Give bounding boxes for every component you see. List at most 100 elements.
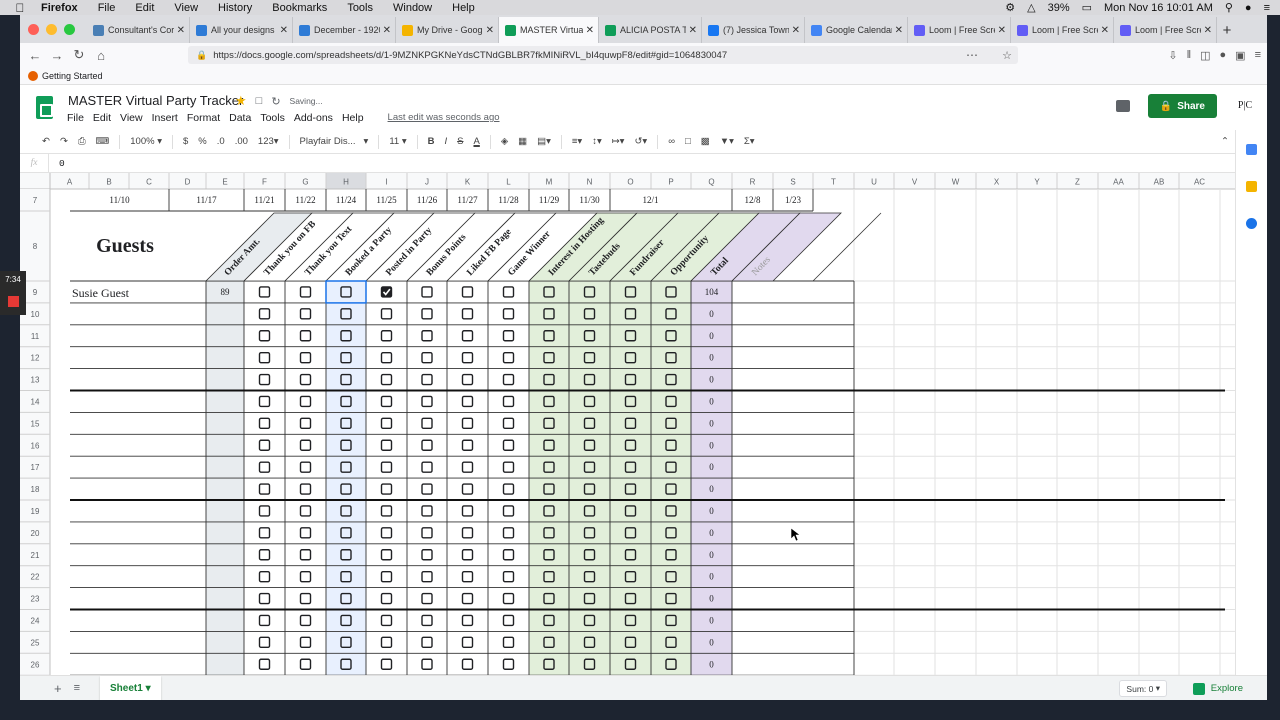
checkbox[interactable]: [421, 330, 433, 342]
font-select[interactable]: Playfair Dis...: [300, 136, 362, 147]
checkbox[interactable]: [380, 549, 393, 561]
tab[interactable]: December - 1920 ✕: [293, 17, 396, 43]
checkbox[interactable]: [299, 592, 312, 605]
checkbox[interactable]: [258, 505, 271, 517]
checkbox[interactable]: [380, 592, 393, 605]
control-center-icon[interactable]: ≡: [1264, 2, 1270, 14]
checkbox[interactable]: [299, 351, 312, 364]
bold-button[interactable]: B: [428, 136, 435, 147]
formula-input[interactable]: 0: [48, 153, 65, 173]
checkbox[interactable]: [421, 395, 433, 408]
checkbox[interactable]: [502, 549, 515, 561]
tab[interactable]: (7) Jessica Townl ✕: [702, 17, 805, 43]
checkbox[interactable]: [258, 417, 271, 430]
checkbox[interactable]: [380, 483, 393, 495]
checkbox[interactable]: [299, 417, 312, 430]
decrease-decimal-button[interactable]: .0: [217, 136, 225, 147]
explore-button[interactable]: Explore: [1192, 676, 1243, 700]
checkbox[interactable]: [258, 439, 271, 451]
os-menu-history[interactable]: History: [218, 2, 252, 14]
checkbox[interactable]: [258, 461, 271, 473]
tasks-icon[interactable]: [1246, 218, 1257, 229]
library-icon[interactable]: ‖: [1187, 49, 1192, 61]
reload-icon[interactable]: ↻: [68, 47, 90, 63]
checkbox[interactable]: [258, 373, 271, 386]
checkbox[interactable]: [258, 351, 271, 364]
checkbox[interactable]: [258, 592, 271, 605]
redo-icon[interactable]: ↷: [60, 136, 68, 147]
tab[interactable]: ALICIA POSTA TH✕: [599, 17, 702, 43]
checkbox[interactable]: [461, 286, 474, 298]
checkbox[interactable]: [380, 570, 393, 583]
font-size-select[interactable]: 11 ▾: [389, 136, 406, 147]
filter-icon[interactable]: ▼▾: [720, 136, 734, 147]
valign-icon[interactable]: ↕▾: [592, 136, 602, 147]
checkbox[interactable]: [299, 308, 312, 320]
checkbox[interactable]: [461, 308, 474, 320]
checkbox[interactable]: [299, 286, 312, 298]
close-tab-icon[interactable]: ✕: [177, 25, 185, 36]
checkbox[interactable]: [421, 592, 433, 605]
checkbox[interactable]: [299, 570, 312, 583]
checkbox[interactable]: [258, 483, 271, 495]
checkbox[interactable]: [461, 330, 474, 342]
tab[interactable]: Google Calendar ✕: [805, 17, 908, 43]
sidebar-icon[interactable]: ◫: [1200, 49, 1210, 62]
functions-icon[interactable]: Σ▾: [744, 136, 755, 147]
url-bar[interactable]: 🔒 https://docs.google.com/spreadsheets/d…: [188, 46, 1018, 64]
checkbox[interactable]: [258, 395, 271, 408]
checkbox[interactable]: [461, 417, 474, 430]
download-icon[interactable]: ⇩: [1168, 49, 1177, 62]
checkbox[interactable]: [258, 570, 271, 583]
os-menu-edit[interactable]: Edit: [135, 2, 154, 14]
checkbox[interactable]: [502, 351, 515, 364]
checkbox[interactable]: [502, 439, 515, 451]
bookmark-star-icon[interactable]: ☆: [1002, 49, 1012, 62]
checkbox[interactable]: [258, 330, 271, 342]
tab[interactable]: Loom | Free Scre ✕: [1011, 17, 1114, 43]
link-icon[interactable]: ∞: [668, 136, 675, 147]
checkbox[interactable]: [299, 439, 312, 451]
checkbox[interactable]: [461, 461, 474, 473]
wrap-icon[interactable]: ↦▾: [612, 136, 625, 147]
minimize-window-button[interactable]: [46, 24, 57, 35]
sheets-logo-icon[interactable]: [36, 96, 53, 119]
checkbox[interactable]: [461, 505, 474, 517]
os-menu-bookmarks[interactable]: Bookmarks: [272, 2, 327, 14]
checkbox[interactable]: [299, 395, 312, 408]
checkbox[interactable]: [502, 461, 515, 473]
tab-active[interactable]: MASTER Virtual P✕: [499, 17, 599, 43]
checkbox[interactable]: [299, 549, 312, 561]
checkbox[interactable]: [461, 395, 474, 408]
spreadsheet-grid[interactable]: A B C D E F G H I J K L M N O P Q R S T U V W X Y Z AA AB AC78910111…: [20, 173, 1235, 675]
account-icon[interactable]: ●: [1220, 49, 1227, 61]
close-tab-icon[interactable]: ✕: [998, 25, 1006, 36]
checkbox[interactable]: [299, 330, 312, 342]
checkbox[interactable]: [299, 505, 312, 517]
zoom-select[interactable]: 100% ▾: [130, 136, 162, 147]
text-color-button[interactable]: A: [473, 136, 479, 147]
tab[interactable]: All your designs ✕: [190, 17, 293, 43]
checkbox[interactable]: [258, 286, 271, 298]
new-tab-button[interactable]: +: [1217, 17, 1237, 43]
merge-cells-icon[interactable]: ▤▾: [537, 136, 551, 147]
maximize-window-button[interactable]: [64, 24, 75, 35]
checkbox[interactable]: [258, 614, 271, 627]
close-tab-icon[interactable]: ✕: [792, 25, 800, 36]
search-icon[interactable]: ⚲: [1225, 1, 1233, 14]
checkbox[interactable]: [380, 351, 393, 364]
checkbox[interactable]: [421, 461, 433, 473]
checkbox[interactable]: [258, 549, 271, 561]
os-menu-tools[interactable]: Tools: [347, 2, 373, 14]
checkbox[interactable]: [421, 570, 433, 583]
sheet-tab[interactable]: Sheet1 ▾: [100, 675, 161, 700]
italic-button[interactable]: I: [445, 136, 448, 147]
align-icon[interactable]: ≡▾: [572, 136, 582, 147]
checkbox[interactable]: [380, 636, 393, 649]
checkbox[interactable]: [502, 308, 515, 320]
doc-title[interactable]: MASTER Virtual Party Tracker: [68, 93, 243, 108]
close-window-button[interactable]: [28, 24, 39, 35]
checkbox[interactable]: [461, 527, 474, 539]
checkbox[interactable]: [421, 614, 433, 627]
checkbox[interactable]: [421, 439, 433, 451]
